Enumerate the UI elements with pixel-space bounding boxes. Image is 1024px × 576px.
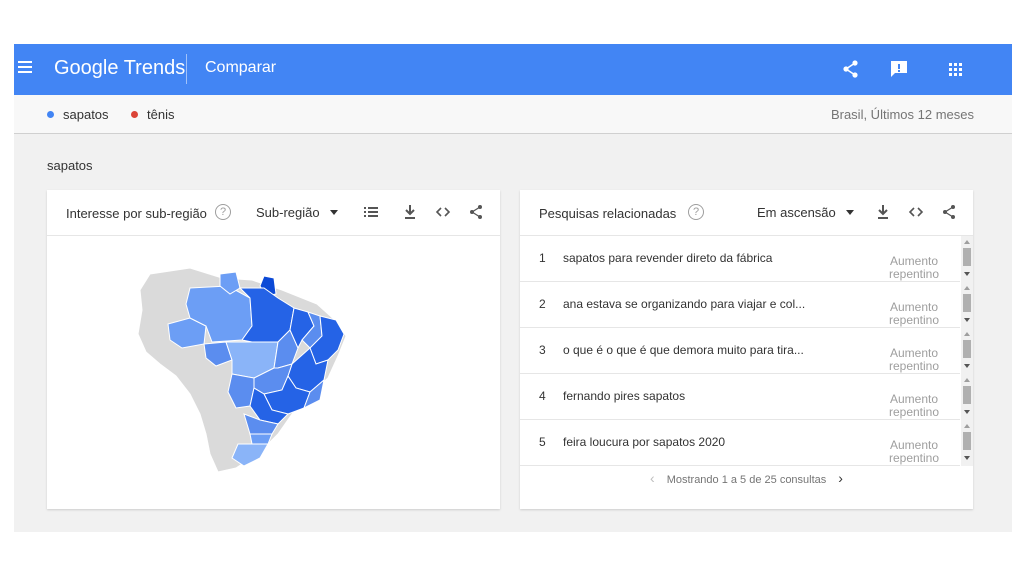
list-icon[interactable] xyxy=(363,204,379,220)
card-header: Interesse por sub-região ? Sub-região xyxy=(47,190,500,236)
scroll-thumb[interactable] xyxy=(963,248,971,266)
row-rank: 5 xyxy=(539,435,546,449)
help-icon[interactable]: ? xyxy=(215,204,231,220)
related-queries-card: Pesquisas relacionadas ? Em ascensão 1 s… xyxy=(520,190,973,509)
related-query-row[interactable]: 5 feira loucura por sapatos 2020 Aumento… xyxy=(520,420,960,466)
row-rank: 2 xyxy=(539,297,546,311)
scroll-down-icon[interactable] xyxy=(964,318,970,322)
share-icon[interactable] xyxy=(941,204,957,220)
page-title[interactable]: Comparar xyxy=(205,59,276,77)
scroll-thumb[interactable] xyxy=(963,386,971,404)
scroll-thumb[interactable] xyxy=(963,294,971,312)
row-query: sapatos para revender direto da fábrica xyxy=(563,251,773,265)
download-icon[interactable] xyxy=(875,204,891,220)
section-label: sapatos xyxy=(47,158,93,173)
related-query-row[interactable]: 4 fernando pires sapatos Aumento repenti… xyxy=(520,374,960,420)
term-color-dot xyxy=(131,111,138,118)
term-color-dot xyxy=(47,111,54,118)
app-brand[interactable]: Google Trends xyxy=(54,57,185,80)
embed-icon[interactable] xyxy=(435,204,451,220)
region-interest-card: Interesse por sub-região ? Sub-região xyxy=(47,190,500,509)
row-scrollbar[interactable] xyxy=(961,328,973,374)
resolution-dropdown[interactable]: Sub-região xyxy=(256,205,338,220)
next-page-button[interactable]: › xyxy=(838,470,843,486)
scroll-thumb[interactable] xyxy=(963,340,971,358)
scroll-up-icon[interactable] xyxy=(964,424,970,428)
row-scrollbar[interactable] xyxy=(961,420,973,466)
apps-icon[interactable] xyxy=(944,58,966,80)
related-query-row[interactable]: 3 o que é o que é que demora muito para … xyxy=(520,328,960,374)
share-icon[interactable] xyxy=(468,204,484,220)
term-chip-sapatos[interactable]: sapatos xyxy=(47,107,109,122)
scroll-down-icon[interactable] xyxy=(964,410,970,414)
pagination: ‹ Mostrando 1 a 5 de 25 consultas › xyxy=(520,470,973,486)
card-title: Pesquisas relacionadas xyxy=(539,206,677,221)
card-header: Pesquisas relacionadas ? Em ascensão xyxy=(520,190,973,236)
trends-window: Google Trends Comparar sapatos tênis Bra… xyxy=(14,44,1012,532)
row-scrollbar[interactable] xyxy=(961,282,973,328)
scroll-down-icon[interactable] xyxy=(964,272,970,276)
previous-page-button[interactable]: ‹ xyxy=(650,470,655,486)
scroll-down-icon[interactable] xyxy=(964,364,970,368)
row-query: ana estava se organizando para viajar e … xyxy=(563,297,806,311)
scroll-up-icon[interactable] xyxy=(964,378,970,382)
region-santa-catarina xyxy=(249,433,273,445)
rising-dropdown[interactable]: Em ascensão xyxy=(757,205,854,220)
dropdown-label: Em ascensão xyxy=(757,205,836,220)
row-badge: Aumento repentino xyxy=(888,346,940,373)
top-app-bar: Google Trends Comparar xyxy=(14,44,1012,95)
row-query: feira loucura por sapatos 2020 xyxy=(563,435,726,449)
scroll-down-icon[interactable] xyxy=(964,456,970,460)
row-rank: 1 xyxy=(539,251,546,265)
download-icon[interactable] xyxy=(402,204,418,220)
dropdown-label: Sub-região xyxy=(256,205,320,220)
row-badge: Aumento repentino xyxy=(888,300,940,327)
row-badge: Aumento repentino xyxy=(888,254,940,281)
related-query-row[interactable]: 1 sapatos para revender direto da fábric… xyxy=(520,236,960,282)
scroll-up-icon[interactable] xyxy=(964,240,970,244)
menu-icon[interactable] xyxy=(18,61,32,75)
embed-icon[interactable] xyxy=(908,204,924,220)
term-label: tênis xyxy=(147,107,175,122)
term-chip-tenis[interactable]: tênis xyxy=(131,107,174,122)
feedback-icon[interactable] xyxy=(888,58,910,80)
related-query-row[interactable]: 2 ana estava se organizando para viajar … xyxy=(520,282,960,328)
brand-divider xyxy=(186,54,187,84)
row-query: fernando pires sapatos xyxy=(563,389,686,403)
row-query: o que é o que é que demora muito para ti… xyxy=(563,343,804,357)
help-icon[interactable]: ? xyxy=(688,204,704,220)
row-scrollbar[interactable] xyxy=(961,374,973,420)
caret-down-icon xyxy=(329,210,338,215)
card-title: Interesse por sub-região xyxy=(66,206,207,221)
pagination-text: Mostrando 1 a 5 de 25 consultas xyxy=(666,474,827,486)
row-badge: Aumento repentino xyxy=(888,392,940,419)
row-rank: 4 xyxy=(539,389,546,403)
row-scrollbar[interactable] xyxy=(961,236,973,282)
caret-down-icon xyxy=(845,210,854,215)
scroll-up-icon[interactable] xyxy=(964,332,970,336)
comparison-bar: sapatos tênis Brasil, Últimos 12 meses xyxy=(14,95,1012,134)
row-badge: Aumento repentino xyxy=(888,438,940,465)
row-rank: 3 xyxy=(539,343,546,357)
brazil-region-map xyxy=(132,264,352,474)
scroll-up-icon[interactable] xyxy=(964,286,970,290)
scope-label[interactable]: Brasil, Últimos 12 meses xyxy=(831,107,974,122)
share-icon[interactable] xyxy=(840,58,862,80)
scroll-thumb[interactable] xyxy=(963,432,971,450)
term-label: sapatos xyxy=(63,107,109,122)
